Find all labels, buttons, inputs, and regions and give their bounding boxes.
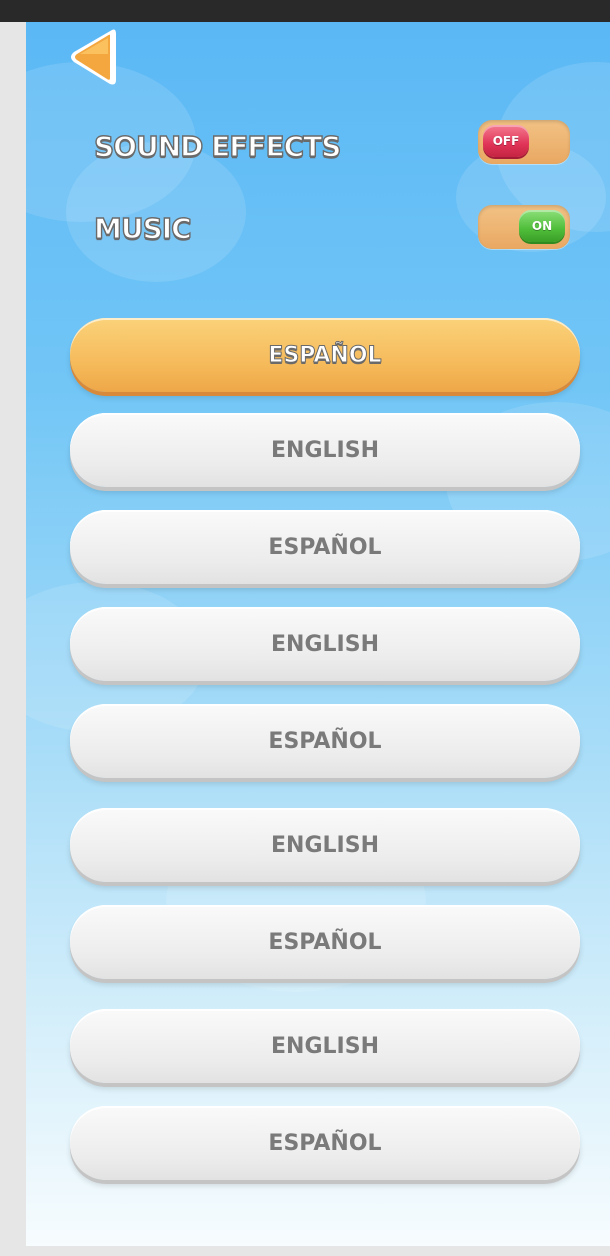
sound-effects-toggle[interactable]: OFF	[478, 120, 570, 164]
frame-left-border	[0, 22, 26, 1256]
language-button-espanol[interactable]: ESPAÑOL	[70, 905, 580, 979]
language-button-espanol[interactable]: ESPAÑOL	[70, 510, 580, 584]
toggle-knob-off: OFF	[483, 125, 529, 157]
language-button-english[interactable]: ENGLISH	[70, 413, 580, 487]
language-label: ESPAÑOL	[268, 1130, 382, 1156]
language-label: ENGLISH	[271, 631, 379, 657]
language-label: ESPAÑOL	[268, 534, 382, 560]
language-label: ENGLISH	[271, 832, 379, 858]
language-label: ESPAÑOL	[268, 929, 382, 955]
language-button-english[interactable]: ENGLISH	[70, 808, 580, 882]
language-label: ENGLISH	[271, 1033, 379, 1059]
top-bar	[0, 0, 610, 22]
frame-bottom-border	[26, 1246, 610, 1256]
back-button[interactable]	[64, 24, 120, 90]
language-button-espanol[interactable]: ESPAÑOL	[70, 318, 580, 392]
language-button-espanol[interactable]: ESPAÑOL	[70, 704, 580, 778]
language-button-espanol[interactable]: ESPAÑOL	[70, 1106, 580, 1180]
music-label: MUSIC	[93, 211, 192, 245]
toggle-knob-on: ON	[519, 210, 565, 242]
language-button-english[interactable]: ENGLISH	[70, 607, 580, 681]
music-toggle[interactable]: ON	[478, 205, 570, 249]
back-arrow-icon	[71, 29, 116, 85]
language-label: ESPAÑOL	[268, 728, 382, 754]
sound-effects-label: SOUND EFFECTS	[93, 129, 342, 163]
language-label: ESPAÑOL	[268, 342, 382, 368]
language-button-english[interactable]: ENGLISH	[70, 1009, 580, 1083]
language-label: ENGLISH	[271, 437, 379, 463]
settings-screen: SOUND EFFECTS OFF MUSIC ON ESPAÑOL ENGLI…	[26, 22, 610, 1246]
